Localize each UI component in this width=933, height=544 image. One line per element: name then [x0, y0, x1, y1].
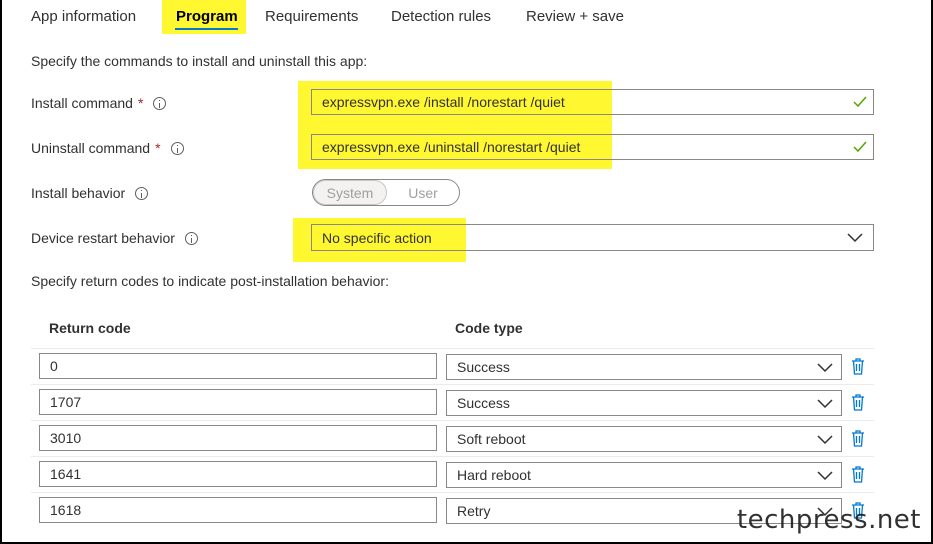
install-behavior-toggle: System User — [312, 179, 460, 206]
toggle-option-system[interactable]: System — [313, 180, 387, 205]
return-codes-intro: Specify return codes to indicate post-in… — [31, 273, 389, 289]
row-divider — [31, 420, 874, 421]
code-type-dropdown[interactable]: Soft reboot — [446, 426, 842, 452]
tab-app-information[interactable]: App information — [31, 8, 136, 25]
return-code-input[interactable]: 0 — [39, 353, 437, 379]
chevron-down-icon — [817, 471, 833, 481]
code-type-dropdown[interactable]: Hard reboot — [446, 462, 842, 488]
chevron-down-icon — [817, 399, 833, 409]
install-command-input[interactable]: expressvpn.exe /install /norestart /quie… — [311, 89, 874, 115]
return-code-input[interactable]: 1641 — [39, 461, 437, 487]
info-icon[interactable] — [184, 231, 198, 245]
active-tab-indicator — [175, 28, 238, 30]
info-icon[interactable] — [170, 141, 184, 155]
install-command-label: Install command * — [31, 95, 167, 111]
row-divider — [31, 456, 874, 457]
trash-icon[interactable] — [851, 358, 865, 375]
trash-icon[interactable] — [851, 430, 865, 447]
commands-intro: Specify the commands to install and unin… — [31, 53, 368, 69]
trash-icon[interactable] — [851, 394, 865, 411]
required-marker: * — [137, 95, 144, 111]
tab-bar: App information Program Requirements Det… — [0, 0, 933, 36]
code-type-dropdown[interactable]: Success — [446, 354, 842, 380]
row-divider — [31, 384, 874, 385]
code-type-dropdown[interactable]: Success — [446, 390, 842, 416]
chevron-down-icon — [817, 363, 833, 373]
required-marker: * — [155, 140, 161, 156]
tab-review-save[interactable]: Review + save — [526, 8, 624, 25]
checkmark-icon — [853, 96, 867, 108]
chevron-down-icon — [817, 435, 833, 445]
header-divider — [31, 348, 874, 349]
checkmark-icon — [853, 141, 867, 153]
info-icon[interactable] — [153, 96, 167, 110]
return-code-input[interactable]: 1618 — [39, 497, 437, 523]
device-restart-dropdown[interactable]: No specific action — [311, 224, 874, 251]
row-divider — [31, 492, 874, 493]
return-code-input[interactable]: 1707 — [39, 389, 437, 415]
info-icon[interactable] — [135, 186, 149, 200]
trash-icon[interactable] — [851, 466, 865, 483]
uninstall-command-input[interactable]: expressvpn.exe /uninstall /norestart /qu… — [311, 134, 874, 160]
return-code-input[interactable]: 3010 — [39, 425, 437, 451]
install-behavior-label: Install behavior — [31, 185, 149, 201]
toggle-option-user[interactable]: User — [387, 180, 459, 205]
uninstall-command-label: Uninstall command * — [31, 140, 184, 156]
tab-program[interactable]: Program — [176, 8, 238, 25]
tab-requirements[interactable]: Requirements — [265, 8, 358, 25]
column-header-code-type: Code type — [455, 320, 523, 336]
chevron-down-icon — [847, 233, 863, 243]
watermark: techpress.net — [736, 505, 921, 535]
column-header-return-code: Return code — [49, 320, 131, 336]
device-restart-label: Device restart behavior — [31, 230, 198, 246]
tab-detection-rules[interactable]: Detection rules — [391, 8, 491, 25]
